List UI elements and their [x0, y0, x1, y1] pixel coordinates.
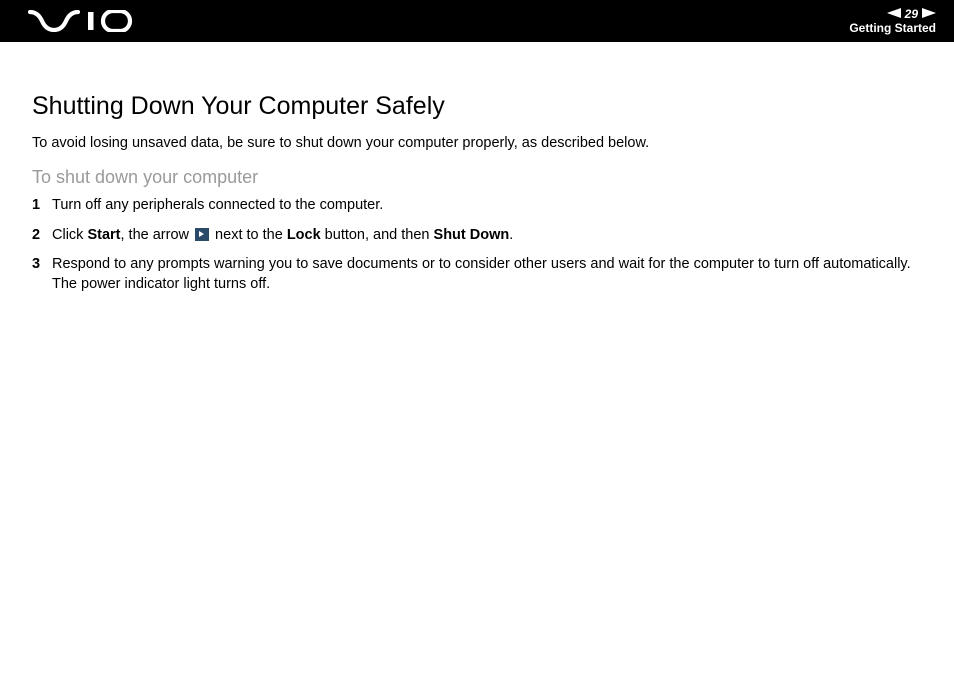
next-page-arrow-icon[interactable] [922, 7, 936, 21]
bold-start: Start [87, 227, 120, 243]
header-right: 29 Getting Started [849, 7, 936, 36]
steps-list: Turn off any peripherals connected to th… [32, 196, 922, 294]
step-text: Turn off any peripherals connected to th… [52, 196, 922, 216]
text-fragment: Respond to any prompts warning you to sa… [52, 256, 911, 272]
intro-text: To avoid losing unsaved data, be sure to… [32, 135, 922, 151]
arrow-right-icon [195, 228, 209, 241]
page-header: 29 Getting Started [0, 0, 954, 42]
text-fragment: The power indicator light turns off. [52, 276, 270, 292]
text-fragment: Click [52, 227, 87, 243]
text-fragment: button, and then [321, 227, 434, 243]
vaio-logo [28, 10, 138, 32]
step-text: Respond to any prompts warning you to sa… [52, 255, 922, 294]
step-text: Click Start, the arrow next to the Lock … [52, 226, 922, 246]
text-fragment: , the arrow [121, 227, 194, 243]
page-title: Shutting Down Your Computer Safely [32, 92, 922, 121]
bold-lock: Lock [287, 227, 321, 243]
page-content: Shutting Down Your Computer Safely To av… [0, 42, 954, 294]
step-3: Respond to any prompts warning you to sa… [32, 255, 922, 294]
prev-page-arrow-icon[interactable] [887, 7, 901, 21]
bold-shutdown: Shut Down [434, 227, 510, 243]
step-2: Click Start, the arrow next to the Lock … [32, 226, 922, 246]
text-fragment: . [509, 227, 513, 243]
section-name: Getting Started [849, 21, 936, 35]
page-number: 29 [905, 7, 918, 21]
subheading: To shut down your computer [32, 167, 922, 188]
step-1: Turn off any peripherals connected to th… [32, 196, 922, 216]
text-fragment: next to the [211, 227, 287, 243]
